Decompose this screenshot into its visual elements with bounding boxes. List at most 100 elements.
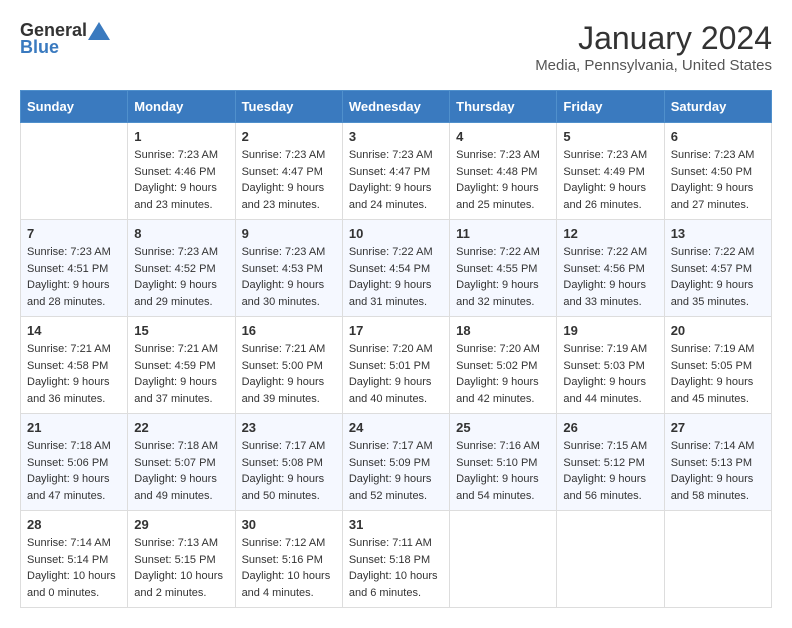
cell-line: Daylight: 9 hours xyxy=(242,374,336,391)
calendar-cell: 22Sunrise: 7:18 AMSunset: 5:07 PMDayligh… xyxy=(128,414,235,511)
cell-content: Sunrise: 7:23 AMSunset: 4:48 PMDaylight:… xyxy=(456,147,550,213)
calendar-cell: 14Sunrise: 7:21 AMSunset: 4:58 PMDayligh… xyxy=(21,317,128,414)
cell-line: Sunrise: 7:15 AM xyxy=(563,438,657,455)
cell-content: Sunrise: 7:19 AMSunset: 5:03 PMDaylight:… xyxy=(563,341,657,407)
cell-content: Sunrise: 7:11 AMSunset: 5:18 PMDaylight:… xyxy=(349,535,443,601)
cell-content: Sunrise: 7:23 AMSunset: 4:51 PMDaylight:… xyxy=(27,244,121,310)
cell-line: Sunset: 5:12 PM xyxy=(563,455,657,472)
col-tuesday: Tuesday xyxy=(235,91,342,123)
day-number: 28 xyxy=(27,517,121,532)
day-number: 19 xyxy=(563,323,657,338)
cell-line: Sunset: 5:02 PM xyxy=(456,358,550,375)
cell-line: Daylight: 10 hours xyxy=(242,568,336,585)
cell-line: Daylight: 9 hours xyxy=(242,180,336,197)
cell-content: Sunrise: 7:14 AMSunset: 5:14 PMDaylight:… xyxy=(27,535,121,601)
cell-line: Sunset: 4:55 PM xyxy=(456,261,550,278)
col-sunday: Sunday xyxy=(21,91,128,123)
cell-line: Sunset: 5:16 PM xyxy=(242,552,336,569)
cell-line: and 54 minutes. xyxy=(456,488,550,505)
calendar-cell: 5Sunrise: 7:23 AMSunset: 4:49 PMDaylight… xyxy=(557,123,664,220)
cell-content: Sunrise: 7:18 AMSunset: 5:07 PMDaylight:… xyxy=(134,438,228,504)
cell-line: Sunrise: 7:13 AM xyxy=(134,535,228,552)
logo: General Blue xyxy=(20,20,111,58)
cell-line: Sunrise: 7:23 AM xyxy=(242,147,336,164)
day-number: 27 xyxy=(671,420,765,435)
cell-line: Daylight: 9 hours xyxy=(671,180,765,197)
cell-line: and 50 minutes. xyxy=(242,488,336,505)
cell-line: Sunrise: 7:18 AM xyxy=(134,438,228,455)
cell-content: Sunrise: 7:20 AMSunset: 5:02 PMDaylight:… xyxy=(456,341,550,407)
day-number: 31 xyxy=(349,517,443,532)
week-row-1: 7Sunrise: 7:23 AMSunset: 4:51 PMDaylight… xyxy=(21,220,772,317)
cell-line: Sunrise: 7:23 AM xyxy=(27,244,121,261)
cell-line: and 26 minutes. xyxy=(563,197,657,214)
cell-line: Sunset: 4:54 PM xyxy=(349,261,443,278)
day-number: 1 xyxy=(134,129,228,144)
day-number: 14 xyxy=(27,323,121,338)
cell-line: Sunrise: 7:23 AM xyxy=(242,244,336,261)
cell-line: and 29 minutes. xyxy=(134,294,228,311)
logo-blue-text: Blue xyxy=(20,37,59,58)
cell-line: and 33 minutes. xyxy=(563,294,657,311)
week-row-4: 28 Sunrise: 7:14 AMSunset: 5:14 PMDayligh… xyxy=(21,511,772,608)
day-number: 21 xyxy=(27,420,121,435)
cell-content: Sunrise: 7:21 AMSunset: 5:00 PMDaylight:… xyxy=(242,341,336,407)
cell-line: and 42 minutes. xyxy=(456,391,550,408)
cell-line: Sunset: 4:49 PM xyxy=(563,164,657,181)
cell-line: Sunset: 5:18 PM xyxy=(349,552,443,569)
cell-line: and 40 minutes. xyxy=(349,391,443,408)
cell-line: Daylight: 9 hours xyxy=(456,277,550,294)
cell-line: Sunset: 4:48 PM xyxy=(456,164,550,181)
cell-line: and 36 minutes. xyxy=(27,391,121,408)
header-row: Sunday Monday Tuesday Wednesday Thursday… xyxy=(21,91,772,123)
cell-line: Daylight: 9 hours xyxy=(242,471,336,488)
cell-line: Sunset: 5:15 PM xyxy=(134,552,228,569)
cell-line: Sunrise: 7:22 AM xyxy=(671,244,765,261)
cell-line: Sunset: 4:56 PM xyxy=(563,261,657,278)
week-row-2: 14Sunrise: 7:21 AMSunset: 4:58 PMDayligh… xyxy=(21,317,772,414)
cell-line: Sunrise: 7:23 AM xyxy=(349,147,443,164)
cell-line: Sunset: 5:13 PM xyxy=(671,455,765,472)
cell-line: Sunrise: 7:17 AM xyxy=(242,438,336,455)
cell-line: and 0 minutes. xyxy=(27,585,121,602)
cell-line: and 27 minutes. xyxy=(671,197,765,214)
cell-line: Sunset: 5:14 PM xyxy=(27,552,121,569)
day-number: 29 xyxy=(134,517,228,532)
cell-content: Sunrise: 7:15 AMSunset: 5:12 PMDaylight:… xyxy=(563,438,657,504)
cell-line: Sunset: 4:51 PM xyxy=(27,261,121,278)
col-friday: Friday xyxy=(557,91,664,123)
cell-line: and 58 minutes. xyxy=(671,488,765,505)
day-number: 15 xyxy=(134,323,228,338)
cell-line: Daylight: 9 hours xyxy=(456,374,550,391)
cell-content: Sunrise: 7:22 AMSunset: 4:56 PMDaylight:… xyxy=(563,244,657,310)
calendar-cell xyxy=(664,511,771,608)
cell-line: Sunset: 5:01 PM xyxy=(349,358,443,375)
day-number: 16 xyxy=(242,323,336,338)
cell-line: Sunset: 5:06 PM xyxy=(27,455,121,472)
calendar-cell: 7 Sunrise: 7:23 AMSunset: 4:51 PMDaylight… xyxy=(21,220,128,317)
cell-content: Sunrise: 7:23 AMSunset: 4:53 PMDaylight:… xyxy=(242,244,336,310)
cell-line: Sunset: 5:08 PM xyxy=(242,455,336,472)
cell-line: Daylight: 9 hours xyxy=(134,277,228,294)
cell-line: Daylight: 10 hours xyxy=(134,568,228,585)
cell-line: Daylight: 9 hours xyxy=(563,374,657,391)
cell-line: Daylight: 9 hours xyxy=(349,374,443,391)
cell-line: Sunrise: 7:11 AM xyxy=(349,535,443,552)
cell-line: and 39 minutes. xyxy=(242,391,336,408)
calendar-cell: 20Sunrise: 7:19 AMSunset: 5:05 PMDayligh… xyxy=(664,317,771,414)
calendar-cell: 12Sunrise: 7:22 AMSunset: 4:56 PMDayligh… xyxy=(557,220,664,317)
cell-line: Sunset: 4:59 PM xyxy=(134,358,228,375)
cell-line: and 30 minutes. xyxy=(242,294,336,311)
cell-line: Daylight: 10 hours xyxy=(349,568,443,585)
calendar-cell: 2Sunrise: 7:23 AMSunset: 4:47 PMDaylight… xyxy=(235,123,342,220)
cell-line: Sunset: 5:05 PM xyxy=(671,358,765,375)
col-saturday: Saturday xyxy=(664,91,771,123)
month-title: January 2024 xyxy=(535,20,772,57)
calendar-cell: 13Sunrise: 7:22 AMSunset: 4:57 PMDayligh… xyxy=(664,220,771,317)
day-number: 24 xyxy=(349,420,443,435)
day-number: 30 xyxy=(242,517,336,532)
cell-content: Sunrise: 7:12 AMSunset: 5:16 PMDaylight:… xyxy=(242,535,336,601)
day-number: 7 xyxy=(27,226,121,241)
day-number: 8 xyxy=(134,226,228,241)
cell-line: Daylight: 9 hours xyxy=(134,374,228,391)
